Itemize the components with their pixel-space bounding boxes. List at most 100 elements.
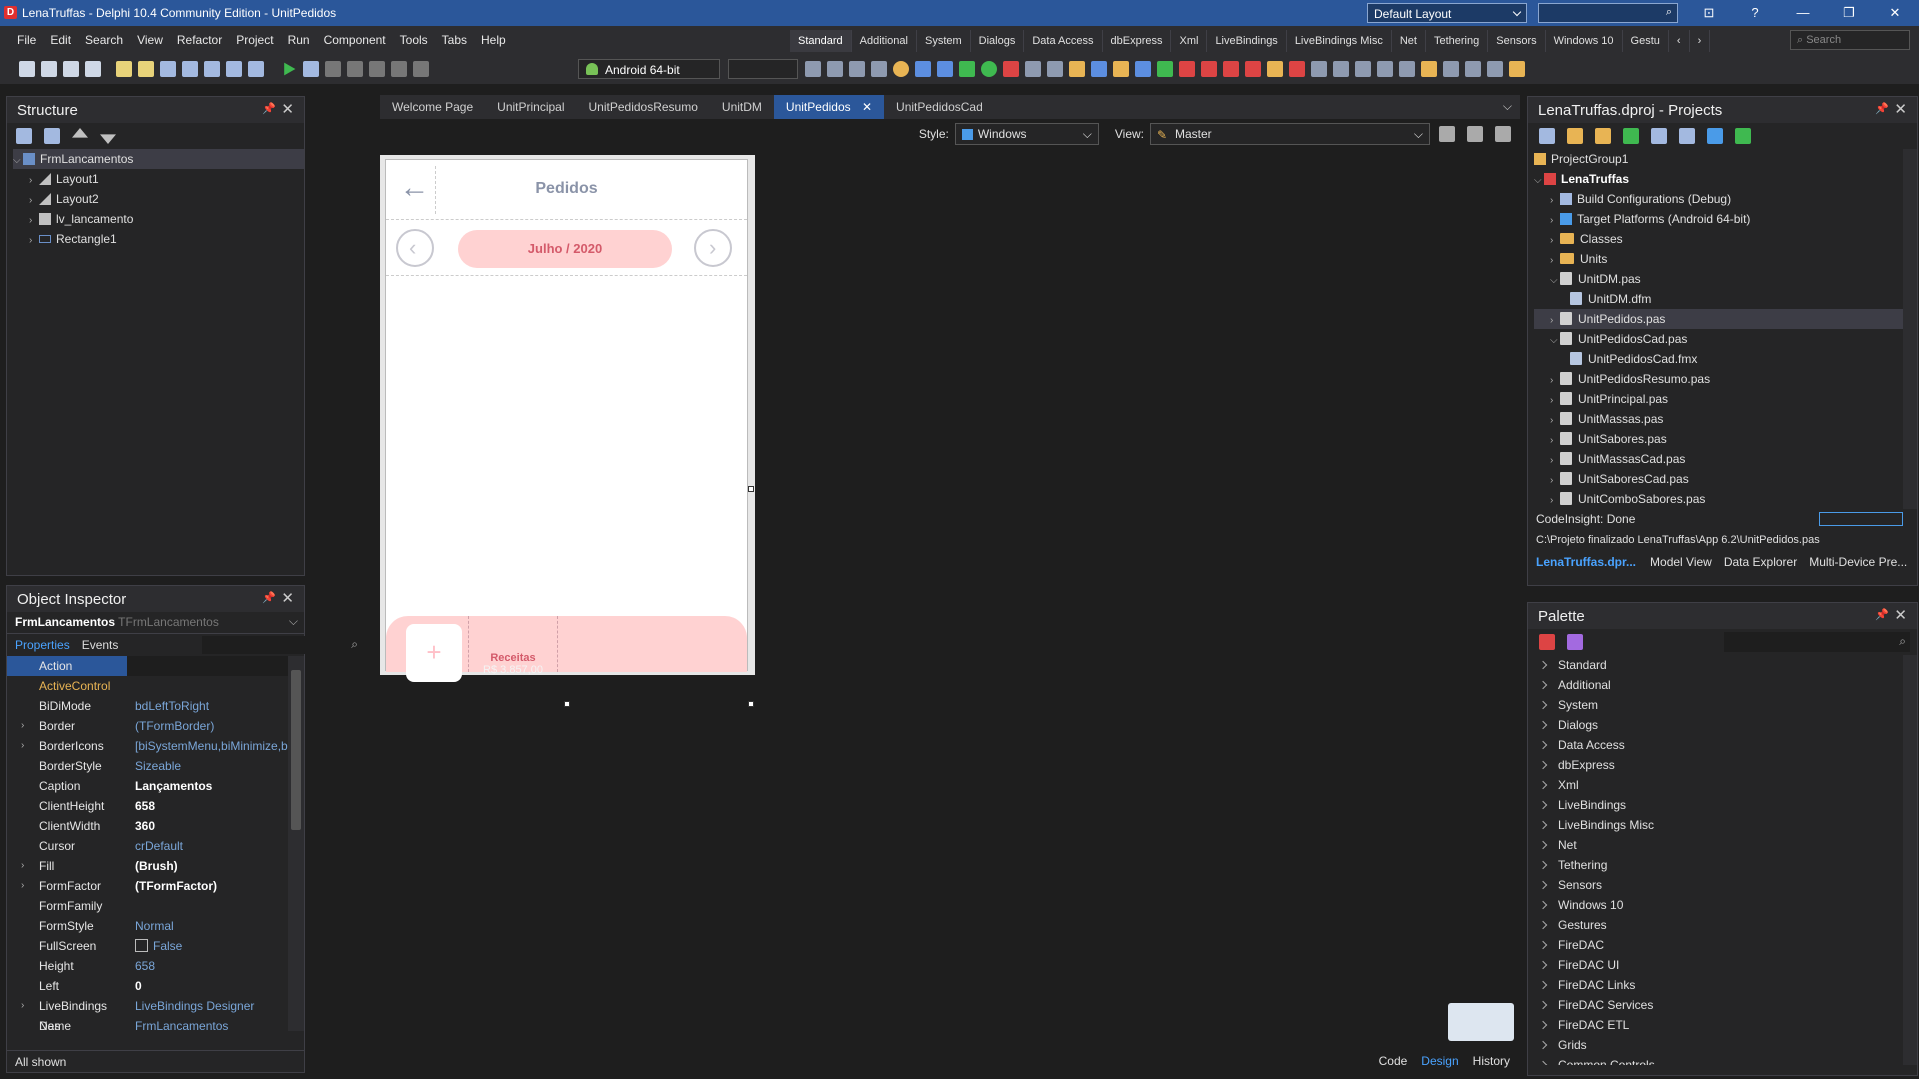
close-panel-icon[interactable]: ✕ bbox=[281, 589, 294, 607]
palette-category[interactable]: Grids bbox=[1528, 1035, 1917, 1055]
open-folder-icon[interactable] bbox=[1567, 128, 1583, 144]
next-month-button[interactable]: › bbox=[694, 229, 732, 267]
component-globe-icon[interactable] bbox=[893, 61, 909, 77]
expand-icon[interactable]: › bbox=[21, 716, 24, 736]
project-item[interactable]: › Units bbox=[1534, 249, 1917, 269]
project-item[interactable]: ⌵ LenaTruffas bbox=[1534, 169, 1917, 189]
palette-category[interactable]: Common Controls bbox=[1528, 1055, 1917, 1065]
projects-scrollbar[interactable] bbox=[1903, 149, 1917, 509]
trace-icon[interactable] bbox=[391, 61, 407, 77]
palette-tab-standard[interactable]: Standard bbox=[790, 30, 852, 52]
expand-all-icon[interactable] bbox=[16, 128, 32, 144]
project-item[interactable]: › UnitSabores.pas bbox=[1534, 429, 1917, 449]
prop-row[interactable]: FormStyle Normal bbox=[7, 916, 304, 936]
pin-icon[interactable]: 📌 bbox=[1875, 608, 1889, 621]
stop-icon[interactable] bbox=[347, 61, 363, 77]
palette-tab-xml[interactable]: Xml bbox=[1171, 30, 1208, 52]
component-label-icon[interactable] bbox=[1091, 61, 1107, 77]
tab-dropdown-icon[interactable]: ⌵ bbox=[1503, 99, 1512, 114]
save-all-icon[interactable] bbox=[160, 61, 176, 77]
tab-design[interactable]: Design bbox=[1421, 1054, 1458, 1068]
component-tmemo-icon[interactable] bbox=[849, 61, 865, 77]
menu-search[interactable]: Search bbox=[78, 26, 130, 54]
tab-multi-device-preview[interactable]: Multi-Device Pre... bbox=[1803, 555, 1913, 569]
step-icon[interactable] bbox=[369, 61, 385, 77]
prop-value[interactable]: [biSystemMenu,biMinimize,biMaximize] bbox=[127, 736, 304, 756]
palette-category[interactable]: Tethering bbox=[1528, 855, 1917, 875]
expand-icon[interactable]: › bbox=[29, 231, 39, 251]
prop-value[interactable]: LiveBindings Designer bbox=[127, 996, 304, 1016]
prop-value[interactable]: 360 bbox=[127, 816, 304, 836]
palette-category[interactable]: FireDAC bbox=[1528, 935, 1917, 955]
component-panel-icon[interactable] bbox=[1047, 61, 1063, 77]
view-select[interactable]: ✎ Master ⌵ bbox=[1150, 123, 1430, 145]
palette-category[interactable]: dbExpress bbox=[1528, 755, 1917, 775]
prop-row[interactable]: › Border (TFormBorder) bbox=[7, 716, 304, 736]
component-statusbar-icon[interactable] bbox=[1333, 61, 1349, 77]
resize-handle-right[interactable] bbox=[748, 486, 754, 492]
palette-category[interactable]: Xml bbox=[1528, 775, 1917, 795]
palette-tab-net[interactable]: Net bbox=[1392, 30, 1426, 52]
palette-search-input[interactable]: ⌕ Search bbox=[1790, 30, 1910, 50]
tree-item-listview[interactable]: › lv_lancamento bbox=[13, 209, 304, 229]
menu-tabs[interactable]: Tabs bbox=[435, 26, 474, 54]
component-radio-icon[interactable] bbox=[981, 61, 997, 77]
prop-row-action[interactable]: Action bbox=[7, 656, 304, 676]
component-splitview-icon[interactable] bbox=[1487, 61, 1503, 77]
project-options-icon[interactable] bbox=[182, 61, 198, 77]
menu-tools[interactable]: Tools bbox=[393, 26, 435, 54]
collapse-all-icon[interactable] bbox=[44, 128, 60, 144]
prop-row[interactable]: ActiveControl bbox=[7, 676, 304, 696]
project-item[interactable]: ⌵ UnitPedidosCad.pas bbox=[1534, 329, 1917, 349]
close-panel-icon[interactable]: ✕ bbox=[281, 100, 294, 118]
prop-row[interactable]: › BorderIcons [biSystemMenu,biMinimize,biM… bbox=[7, 736, 304, 756]
project-item[interactable]: ⌵ UnitDM.pas bbox=[1534, 269, 1917, 289]
device-select[interactable] bbox=[728, 59, 798, 79]
object-select[interactable]: FrmLancamentos TFrmLancamentos ⌵ bbox=[7, 612, 304, 634]
build-icon[interactable] bbox=[1651, 128, 1667, 144]
palette-tab-dbexpress[interactable]: dbExpress bbox=[1103, 30, 1172, 52]
minimize-button[interactable]: — bbox=[1780, 0, 1826, 26]
project-item[interactable]: › UnitMassas.pas bbox=[1534, 409, 1917, 429]
add-to-project-icon[interactable] bbox=[226, 61, 242, 77]
open-file-icon[interactable] bbox=[1595, 128, 1611, 144]
component-toolbar-icon[interactable] bbox=[1311, 61, 1327, 77]
add-button[interactable]: + bbox=[406, 624, 462, 682]
help-icon[interactable]: ? bbox=[1732, 0, 1778, 26]
expand-icon[interactable]: › bbox=[21, 876, 24, 896]
prop-value[interactable] bbox=[127, 656, 304, 676]
project-item[interactable]: › UnitSaboresCad.pas bbox=[1534, 469, 1917, 489]
tab-unitpedidosresumo[interactable]: UnitPedidosResumo bbox=[577, 95, 710, 119]
prop-row[interactable]: BorderStyle Sizeable bbox=[7, 756, 304, 776]
run-without-debug-icon[interactable] bbox=[303, 61, 319, 77]
component-mainmenu-icon[interactable] bbox=[1289, 61, 1305, 77]
tab-history[interactable]: History bbox=[1473, 1054, 1510, 1068]
palette-tab-additional[interactable]: Additional bbox=[852, 30, 917, 52]
tab-unitpedidoscad[interactable]: UnitPedidosCad bbox=[884, 95, 995, 119]
component-pagecontrol-icon[interactable] bbox=[1465, 61, 1481, 77]
tab-welcome-page[interactable]: Welcome Page bbox=[380, 95, 485, 119]
checkbox[interactable] bbox=[135, 939, 148, 952]
prop-value[interactable]: 658 bbox=[127, 796, 304, 816]
project-item[interactable]: UnitPedidosCad.fmx bbox=[1534, 349, 1917, 369]
palette-category[interactable]: FireDAC ETL bbox=[1528, 1015, 1917, 1035]
add-project-icon[interactable] bbox=[1539, 128, 1555, 144]
toggle-form-icon[interactable] bbox=[204, 61, 220, 77]
remove-from-project-icon[interactable] bbox=[248, 61, 264, 77]
move-down-icon[interactable] bbox=[100, 134, 116, 144]
palette-filter-input[interactable]: ⌕ bbox=[1724, 632, 1910, 652]
close-panel-icon[interactable]: ✕ bbox=[1894, 606, 1907, 624]
prop-row[interactable]: › FormFactor (TFormFactor) bbox=[7, 876, 304, 896]
tab-properties[interactable]: Properties bbox=[7, 634, 78, 656]
select-pointer-icon[interactable] bbox=[1567, 634, 1583, 650]
palette-tab-tethering[interactable]: Tethering bbox=[1426, 30, 1489, 52]
new-icon[interactable] bbox=[19, 61, 35, 77]
palette-tab-gestures[interactable]: Gestu bbox=[1623, 30, 1669, 52]
palette-category[interactable]: Net bbox=[1528, 835, 1917, 855]
palette-category[interactable]: FireDAC Links bbox=[1528, 975, 1917, 995]
prop-row[interactable]: FullScreen False bbox=[7, 936, 304, 956]
tab-project-file[interactable]: LenaTruffas.dpr... bbox=[1528, 555, 1644, 569]
desktop-layout-icon[interactable]: ⊡ bbox=[1686, 0, 1732, 26]
palette-category[interactable]: FireDAC Services bbox=[1528, 995, 1917, 1015]
palette-tab-livebindings[interactable]: LiveBindings bbox=[1207, 30, 1287, 52]
